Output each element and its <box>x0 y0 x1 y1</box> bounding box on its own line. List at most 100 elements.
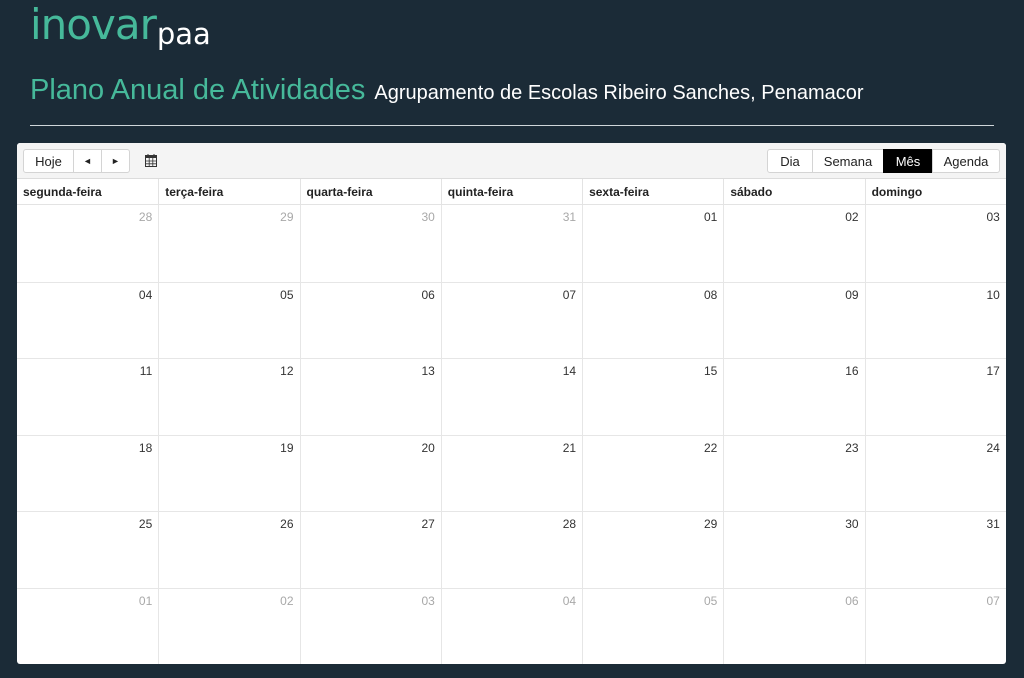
day-number[interactable]: 07 <box>563 288 576 302</box>
day-number[interactable]: 01 <box>139 594 152 608</box>
day-number[interactable]: 23 <box>845 441 858 455</box>
day-cell[interactable]: 01 <box>582 205 723 282</box>
day-number[interactable]: 31 <box>563 210 576 224</box>
day-cell[interactable]: 05 <box>582 587 724 664</box>
day-cell[interactable]: 29 <box>582 511 724 588</box>
navigation-group: Hoje ◄ ► <box>23 149 130 173</box>
day-cell[interactable]: 07 <box>440 281 583 358</box>
day-number[interactable]: 03 <box>987 210 1000 224</box>
day-cell[interactable]: 10 <box>864 281 1006 358</box>
day-number[interactable]: 14 <box>563 364 576 378</box>
day-number[interactable]: 28 <box>563 517 576 531</box>
day-number[interactable]: 02 <box>280 594 293 608</box>
view-switcher: Dia Semana Mês Agenda <box>767 149 1000 173</box>
day-number[interactable]: 31 <box>987 517 1000 531</box>
day-cell[interactable]: 06 <box>299 281 441 358</box>
day-number[interactable]: 25 <box>139 517 152 531</box>
day-cell[interactable]: 23 <box>723 434 865 511</box>
view-month-button[interactable]: Mês <box>883 149 933 173</box>
day-number[interactable]: 03 <box>421 594 434 608</box>
day-number[interactable]: 04 <box>563 594 576 608</box>
day-cell[interactable]: 04 <box>440 587 583 664</box>
day-cell[interactable]: 28 <box>440 511 583 588</box>
day-cell[interactable]: 28 <box>17 205 158 282</box>
day-number[interactable]: 06 <box>845 594 858 608</box>
day-number[interactable]: 01 <box>704 210 717 224</box>
day-cell[interactable]: 02 <box>723 205 864 282</box>
day-cell[interactable]: 29 <box>158 205 299 282</box>
day-cell[interactable]: 07 <box>864 587 1006 664</box>
day-cell[interactable]: 02 <box>158 587 300 664</box>
day-number[interactable]: 29 <box>280 210 293 224</box>
day-cell[interactable]: 06 <box>723 587 865 664</box>
day-number[interactable]: 21 <box>563 441 576 455</box>
day-cell[interactable]: 08 <box>582 281 724 358</box>
day-cell[interactable]: 30 <box>299 205 441 282</box>
day-cell[interactable]: 15 <box>582 358 724 435</box>
day-cell[interactable]: 30 <box>723 511 865 588</box>
view-week-button[interactable]: Semana <box>812 149 884 173</box>
calendar-icon[interactable] <box>145 153 157 167</box>
day-cell[interactable]: 18 <box>17 434 159 512</box>
calendar-panel: Hoje ◄ ► Dia Semana Mês Agenda segunda-f… <box>17 143 1006 664</box>
day-number[interactable]: 05 <box>280 288 293 302</box>
next-button[interactable]: ► <box>101 149 130 173</box>
day-number[interactable]: 05 <box>704 594 717 608</box>
day-cell[interactable]: 11 <box>17 358 159 435</box>
day-number[interactable]: 10 <box>987 288 1000 302</box>
day-number[interactable]: 04 <box>139 288 152 302</box>
day-number[interactable]: 12 <box>280 364 293 378</box>
day-number[interactable]: 13 <box>421 364 434 378</box>
day-cell[interactable]: 31 <box>440 205 582 282</box>
day-cell[interactable]: 17 <box>864 358 1006 435</box>
day-cell[interactable]: 25 <box>17 511 159 588</box>
day-number[interactable]: 27 <box>421 517 434 531</box>
day-cell[interactable]: 03 <box>299 587 441 664</box>
day-number[interactable]: 08 <box>704 288 717 302</box>
day-cell[interactable]: 27 <box>299 511 441 588</box>
weekday-thursday: quinta-feira <box>440 179 582 204</box>
day-number[interactable]: 16 <box>845 364 858 378</box>
day-number[interactable]: 20 <box>421 441 434 455</box>
day-number[interactable]: 30 <box>845 517 858 531</box>
day-cell[interactable]: 24 <box>864 434 1006 511</box>
day-number[interactable]: 18 <box>139 441 152 455</box>
day-cell[interactable]: 13 <box>299 358 441 435</box>
day-number[interactable]: 22 <box>704 441 717 455</box>
next-arrow-icon: ► <box>111 156 120 166</box>
today-button[interactable]: Hoje <box>23 149 74 173</box>
day-cell[interactable]: 05 <box>158 281 300 358</box>
day-number[interactable]: 15 <box>704 364 717 378</box>
day-cell[interactable]: 20 <box>299 434 441 511</box>
view-agenda-button[interactable]: Agenda <box>932 149 1000 173</box>
day-cell[interactable]: 22 <box>582 434 724 511</box>
day-number[interactable]: 09 <box>845 288 858 302</box>
day-number[interactable]: 24 <box>987 441 1000 455</box>
day-cell[interactable]: 09 <box>723 281 865 358</box>
day-cell[interactable]: 01 <box>17 587 159 665</box>
weekday-saturday: sábado <box>723 179 864 204</box>
day-cell[interactable]: 16 <box>723 358 865 435</box>
day-number[interactable]: 07 <box>987 594 1000 608</box>
day-cell[interactable]: 14 <box>440 358 583 435</box>
day-number[interactable]: 11 <box>140 364 152 378</box>
day-number[interactable]: 02 <box>845 210 858 224</box>
day-number[interactable]: 29 <box>704 517 717 531</box>
prev-button[interactable]: ◄ <box>73 149 102 173</box>
day-cell[interactable]: 31 <box>864 511 1006 588</box>
weekday-friday: sexta-feira <box>582 179 723 204</box>
view-day-button[interactable]: Dia <box>767 149 813 173</box>
day-number[interactable]: 26 <box>280 517 293 531</box>
day-cell[interactable]: 21 <box>440 434 583 511</box>
day-cell[interactable]: 19 <box>158 434 300 511</box>
day-number[interactable]: 06 <box>421 288 434 302</box>
day-cell[interactable]: 26 <box>158 511 300 588</box>
day-number[interactable]: 19 <box>280 441 293 455</box>
logo[interactable]: inovar paa <box>30 3 211 50</box>
day-cell[interactable]: 04 <box>17 281 159 359</box>
day-cell[interactable]: 12 <box>158 358 300 435</box>
day-number[interactable]: 30 <box>421 210 434 224</box>
day-number[interactable]: 17 <box>987 364 1000 378</box>
day-number[interactable]: 28 <box>139 210 152 224</box>
day-cell[interactable]: 03 <box>864 205 1006 282</box>
